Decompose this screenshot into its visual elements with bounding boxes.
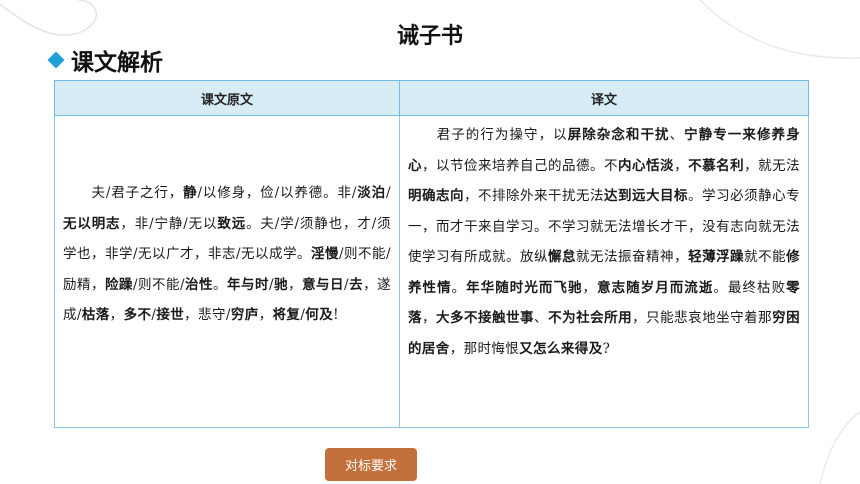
- translation-text: 君子的行为操守，以屏除杂念和干扰、宁静专一来修养身心，以节俭来培养自己的品德。不…: [400, 116, 808, 364]
- bold-keyword: 屏除杂念和干扰: [567, 127, 670, 143]
- bold-keyword: 将复: [272, 307, 301, 323]
- text-segment: /: [386, 185, 391, 201]
- table-row: 夫/君子之行，静/以修身，俭/以养德。非/淡泊/无以明志，非/宁静/无以致远。夫…: [54, 115, 809, 428]
- text-segment: /以修身，俭/以养德。非/: [197, 185, 357, 201]
- text-segment: ，: [258, 307, 273, 323]
- bold-keyword: 内心恬淡: [618, 157, 675, 174]
- bold-keyword: 淡泊: [356, 185, 387, 201]
- bold-keyword: 险躁: [104, 276, 133, 293]
- bold-keyword: 何及: [305, 307, 334, 323]
- bold-keyword: 多不: [123, 307, 152, 323]
- bold-keyword: 去: [349, 276, 364, 293]
- bold-keyword: 意与日: [302, 276, 345, 293]
- text-segment: ，: [582, 279, 598, 296]
- bold-keyword: 懈怠: [548, 249, 577, 265]
- text-segment: 就不能: [744, 249, 787, 265]
- text-segment: 就无法振奋精神，: [576, 249, 689, 265]
- text-segment: ?: [602, 340, 611, 357]
- bold-keyword: 致远: [217, 215, 247, 232]
- text-segment: 、: [669, 127, 685, 143]
- text-segment: 君子的行为操守，以: [436, 127, 568, 143]
- translation-text-cell: 君子的行为操守，以屏除杂念和干扰、宁静专一来修养身心，以节俭来培养自己的品德。不…: [399, 115, 809, 428]
- bold-keyword: 不慕名利: [688, 157, 745, 174]
- header-translation: 译文: [399, 80, 809, 116]
- text-segment: 夫/君子之行，: [91, 185, 184, 201]
- bold-keyword: 不为社会所用: [548, 310, 633, 326]
- text-segment: ，不排除外来干扰无法: [464, 188, 605, 204]
- text-segment: ，: [109, 307, 124, 323]
- original-text: 夫/君子之行，静/以修身，俭/以养德。非/淡泊/无以明志，非/宁静/无以致远。夫…: [55, 116, 399, 331]
- bold-keyword: 治性: [184, 276, 214, 293]
- text-segment: 、: [534, 310, 549, 326]
- text-segment: !: [333, 307, 339, 323]
- original-text-cell: 夫/君子之行，静/以修身，俭/以养德。非/淡泊/无以明志，非/宁静/无以致远。夫…: [54, 115, 400, 428]
- bold-keyword: 驰: [273, 276, 289, 293]
- bold-keyword: 达到远大目标: [604, 188, 689, 204]
- bold-keyword: 静: [183, 185, 198, 201]
- text-segment: /则不能/: [132, 276, 185, 293]
- bold-keyword: 穷庐: [230, 307, 259, 323]
- table-header-row: 课文原文 译文: [54, 80, 809, 116]
- text-segment: ，: [288, 276, 303, 293]
- text-segment: ，: [422, 310, 437, 326]
- bold-keyword: 意志随岁月而流逝: [597, 279, 714, 296]
- bold-keyword: 明确志向: [408, 188, 465, 204]
- text-segment: 。: [213, 276, 228, 293]
- requirements-button[interactable]: 对标要求: [325, 448, 417, 481]
- bold-keyword: 大多不接触世事: [436, 310, 535, 326]
- bold-keyword: 年华随时光而飞驰: [466, 279, 583, 296]
- section-heading-label: 课文解析: [71, 50, 163, 76]
- bold-keyword: 淫慢: [311, 246, 340, 262]
- bold-keyword: 无以明志: [63, 215, 121, 232]
- text-segment: ，非/宁静/无以: [120, 215, 218, 232]
- text-segment: ，: [674, 157, 689, 174]
- text-segment: 。最终枯败: [713, 279, 787, 296]
- bold-keyword: 年与时: [227, 276, 270, 293]
- bold-keyword: 轻薄浮躁: [688, 249, 745, 265]
- text-segment: ，以节俭来培养自己的品德。不: [422, 157, 619, 174]
- bold-keyword: 枯落: [81, 307, 110, 323]
- analysis-table: 课文原文 译文 夫/君子之行，静/以修身，俭/以养德。非/淡泊/ 无以明志，非/宁…: [54, 80, 809, 428]
- text-segment: ，那时悔恨: [449, 340, 520, 357]
- bold-keyword: 接世: [156, 307, 185, 323]
- text-segment: ，只能悲哀地坐守着那: [632, 310, 773, 326]
- text-segment: 。: [451, 279, 467, 296]
- section-heading: 课文解析: [44, 44, 163, 76]
- text-segment: ，悲守/: [184, 307, 231, 323]
- text-segment: ，就无法: [744, 157, 800, 174]
- bold-keyword: 又怎么来得及: [519, 340, 603, 357]
- diamond-icon: [47, 51, 65, 69]
- header-original: 课文原文: [54, 80, 400, 116]
